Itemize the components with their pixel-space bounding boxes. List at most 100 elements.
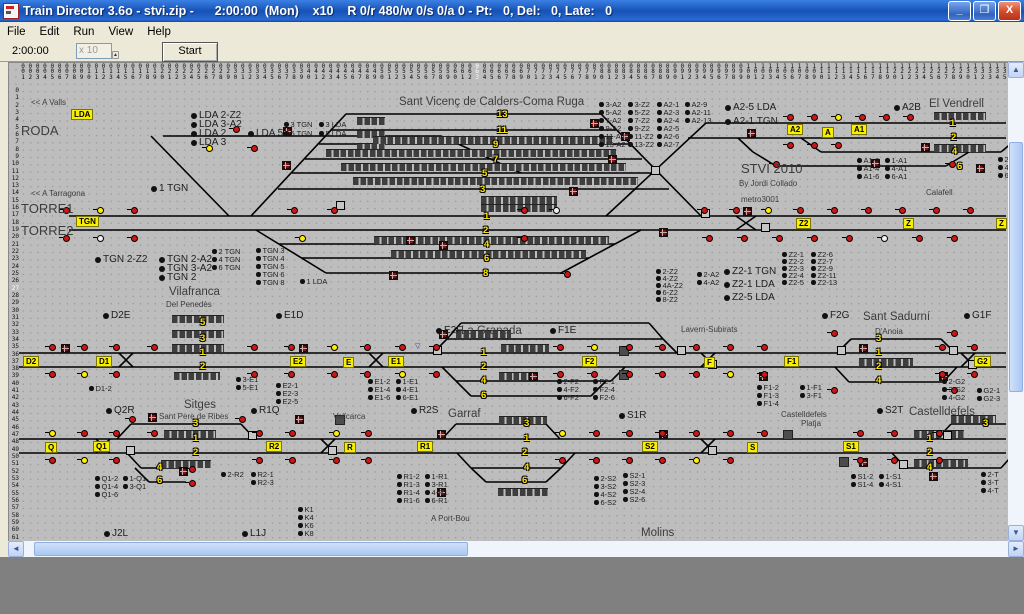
- signal-icon[interactable]: [284, 343, 293, 349]
- signal-icon[interactable]: [945, 160, 954, 166]
- track-segment[interactable]: [127, 453, 141, 468]
- switch-icon[interactable]: [708, 446, 717, 455]
- signal-icon[interactable]: [947, 329, 956, 335]
- speed-input[interactable]: x 10: [76, 43, 112, 59]
- signal-icon[interactable]: [622, 343, 631, 349]
- signal-icon[interactable]: [361, 456, 370, 462]
- signal-icon[interactable]: [147, 343, 156, 349]
- signal-icon[interactable]: [723, 429, 732, 435]
- signal-icon[interactable]: [252, 429, 261, 435]
- crossing-icon[interactable]: [406, 236, 415, 245]
- signal-icon[interactable]: [761, 206, 770, 212]
- switch-icon[interactable]: [328, 446, 337, 455]
- track-segment[interactable]: [738, 138, 753, 152]
- signal-icon[interactable]: [772, 234, 781, 240]
- signal-icon[interactable]: [553, 370, 562, 376]
- signal-icon[interactable]: [560, 270, 569, 276]
- signal-icon[interactable]: [395, 343, 404, 349]
- signal-icon[interactable]: [729, 206, 738, 212]
- track-segment[interactable]: [151, 136, 229, 216]
- signal-icon[interactable]: [827, 386, 836, 392]
- track-segment[interactable]: [471, 468, 486, 482]
- switch-icon[interactable]: [899, 460, 908, 469]
- signal-icon[interactable]: [622, 370, 631, 376]
- signal-icon[interactable]: [887, 429, 896, 435]
- signal-icon[interactable]: [912, 234, 921, 240]
- signal-icon[interactable]: [45, 370, 54, 376]
- crossing-icon[interactable]: [389, 271, 398, 280]
- signal-icon[interactable]: [807, 113, 816, 119]
- signal-icon[interactable]: [842, 234, 851, 240]
- signal-icon[interactable]: [395, 370, 404, 376]
- signal-icon[interactable]: [360, 343, 369, 349]
- signal-icon[interactable]: [109, 429, 118, 435]
- signal-icon[interactable]: [549, 206, 558, 212]
- signal-icon[interactable]: [77, 456, 86, 462]
- speed-stepper[interactable]: ▲ ▼: [112, 43, 125, 59]
- signal-icon[interactable]: [247, 144, 256, 150]
- signal-icon[interactable]: [287, 206, 296, 212]
- signal-icon[interactable]: [329, 429, 338, 435]
- signal-icon[interactable]: [689, 343, 698, 349]
- signal-icon[interactable]: [861, 206, 870, 212]
- spin-up-icon[interactable]: ▲: [112, 51, 119, 59]
- signal-icon[interactable]: [723, 343, 732, 349]
- menu-file[interactable]: File: [0, 24, 33, 40]
- signal-icon[interactable]: [185, 479, 194, 485]
- signal-icon[interactable]: [45, 429, 54, 435]
- signal-icon[interactable]: [783, 141, 792, 147]
- signal-icon[interactable]: [553, 343, 562, 349]
- signal-icon[interactable]: [783, 113, 792, 119]
- signal-icon[interactable]: [853, 429, 862, 435]
- signal-icon[interactable]: [555, 429, 564, 435]
- scroll-down-icon[interactable]: ▼: [1008, 525, 1024, 541]
- signal-icon[interactable]: [109, 343, 118, 349]
- crossing-icon[interactable]: [299, 344, 308, 353]
- restore-button[interactable]: ❐: [973, 1, 996, 21]
- crossing-icon[interactable]: [976, 164, 985, 173]
- signal-icon[interactable]: [947, 234, 956, 240]
- signal-icon[interactable]: [361, 429, 370, 435]
- scroll-right-icon[interactable]: ►: [1008, 541, 1024, 557]
- start-button[interactable]: Start: [162, 42, 218, 62]
- minimize-button[interactable]: _: [948, 1, 971, 21]
- signal-icon[interactable]: [737, 234, 746, 240]
- menu-view[interactable]: View: [101, 24, 140, 40]
- crossing-icon[interactable]: [439, 241, 448, 250]
- signal-icon[interactable]: [831, 113, 840, 119]
- switch-icon[interactable]: [126, 446, 135, 455]
- signal-icon[interactable]: [109, 370, 118, 376]
- signal-icon[interactable]: [853, 456, 862, 462]
- signal-icon[interactable]: [127, 206, 136, 212]
- signal-icon[interactable]: [247, 343, 256, 349]
- signal-icon[interactable]: [93, 234, 102, 240]
- track-segment[interactable]: [649, 323, 663, 339]
- signal-icon[interactable]: [655, 456, 664, 462]
- signal-icon[interactable]: [793, 206, 802, 212]
- signal-icon[interactable]: [284, 370, 293, 376]
- signal-icon[interactable]: [622, 456, 631, 462]
- signal-icon[interactable]: [329, 456, 338, 462]
- signal-icon[interactable]: [327, 370, 336, 376]
- switch-icon[interactable]: [651, 166, 660, 175]
- crossing-icon[interactable]: [61, 344, 70, 353]
- crossing-icon[interactable]: [529, 372, 538, 381]
- crossing-icon[interactable]: [148, 413, 157, 422]
- signal-icon[interactable]: [587, 343, 596, 349]
- vertical-scrollbar[interactable]: ▲ ▼: [1008, 62, 1024, 541]
- crossing-icon[interactable]: [929, 472, 938, 481]
- track-segment[interactable]: [442, 367, 456, 381]
- title-bar[interactable]: Train Director 3.6o - stvi.zip - 2:00:00…: [0, 0, 1024, 22]
- crossing-icon[interactable]: [437, 430, 446, 439]
- track-segment[interactable]: [456, 381, 471, 396]
- close-button[interactable]: X: [998, 1, 1021, 21]
- signal-icon[interactable]: [327, 206, 336, 212]
- signal-icon[interactable]: [967, 370, 976, 376]
- track-segment[interactable]: [457, 453, 471, 468]
- crossing-icon[interactable]: [282, 161, 291, 170]
- signal-icon[interactable]: [77, 370, 86, 376]
- signal-icon[interactable]: [932, 429, 941, 435]
- crossing-icon[interactable]: [659, 228, 668, 237]
- crossing-icon[interactable]: [747, 129, 756, 138]
- signal-icon[interactable]: [127, 234, 136, 240]
